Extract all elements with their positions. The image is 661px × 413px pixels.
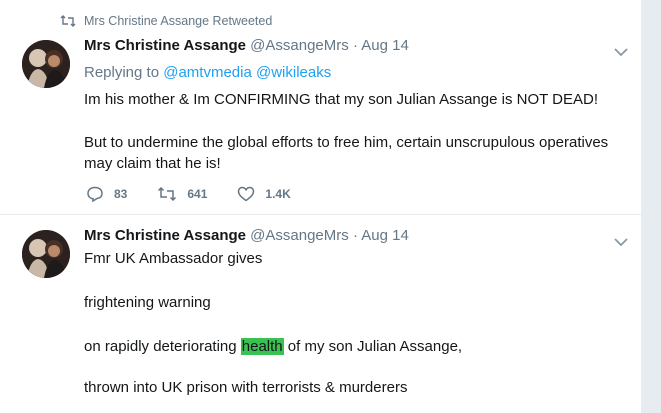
avatar[interactable] — [22, 230, 70, 278]
retweet-button[interactable]: 641 — [157, 187, 207, 201]
reply-count: 83 — [114, 187, 128, 201]
like-button[interactable]: 1.4K — [237, 186, 291, 202]
tweet[interactable]: Mrs Christine Assange Retweeted Mrs Chri… — [0, 0, 642, 215]
timestamp[interactable]: Aug 14 — [361, 227, 409, 244]
tweet-actions: 83 641 1.4K — [86, 186, 321, 202]
replying-to: Replying to @amtvmedia @wikileaks — [84, 63, 331, 83]
tweet-text-line: Im his mother & Im CONFIRMING that my so… — [84, 91, 599, 108]
chevron-down-icon[interactable] — [614, 44, 628, 57]
timestamp[interactable]: Aug 14 — [361, 37, 409, 54]
tweet-text-line: frightening warning — [84, 294, 211, 311]
username[interactable]: @AssangeMrs — [250, 37, 349, 54]
avatar[interactable] — [22, 40, 70, 88]
timeline: Mrs Christine Assange Retweeted Mrs Chri… — [0, 0, 642, 413]
text-segment: of my son Julian Assange, — [283, 338, 463, 355]
display-name[interactable]: Mrs Christine Assange — [84, 37, 246, 54]
retweet-count: 641 — [187, 187, 208, 201]
tweet-header: Mrs Christine Assange @AssangeMrs · Aug … — [84, 226, 409, 246]
retweet-icon — [158, 187, 177, 201]
retweet-context-label: Mrs Christine Assange Retweeted — [84, 14, 273, 28]
tweet[interactable]: Mrs Christine Assange @AssangeMrs · Aug … — [0, 216, 642, 413]
replying-to-label: Replying to — [84, 64, 160, 81]
reply-handle-link[interactable]: @wikileaks — [256, 64, 331, 81]
reply-handle-link[interactable]: @amtvmedia — [163, 64, 252, 81]
tweet-text-line: Fmr UK Ambassador gives — [84, 250, 263, 267]
retweet-context[interactable]: Mrs Christine Assange Retweeted — [60, 14, 272, 28]
separator: · — [352, 227, 358, 244]
separator: · — [352, 37, 358, 54]
tweet-header: Mrs Christine Assange @AssangeMrs · Aug … — [84, 36, 409, 56]
tweet-text-line: thrown into UK prison with terrorists & … — [84, 379, 408, 396]
tweet-text-line: But to undermine the global efforts to f… — [84, 134, 609, 172]
text-segment: on rapidly deteriorating — [84, 338, 241, 355]
highlighted-word: health — [240, 338, 284, 355]
tweet-text-line: on rapidly deteriorating health of my so… — [84, 336, 462, 357]
like-icon — [238, 186, 255, 202]
reply-button[interactable]: 83 — [86, 186, 127, 202]
retweet-icon — [60, 15, 76, 27]
display-name[interactable]: Mrs Christine Assange — [84, 227, 246, 244]
chevron-down-icon[interactable] — [614, 234, 628, 247]
like-count: 1.4K — [265, 187, 291, 201]
reply-icon — [87, 186, 103, 202]
username[interactable]: @AssangeMrs — [250, 227, 349, 244]
